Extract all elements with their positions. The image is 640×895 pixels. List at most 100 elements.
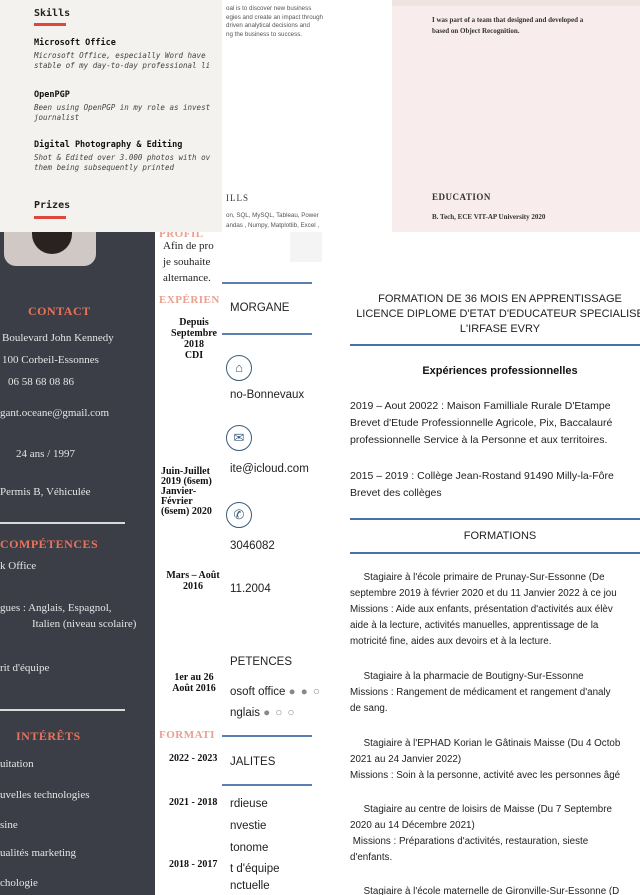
competences-heading: COMPÉTENCES [0, 537, 99, 551]
competence-item: k Office [0, 560, 37, 572]
summary-line: egies and create an impact through [226, 13, 323, 21]
title-line: L'IRFASE EVRY [459, 323, 541, 335]
summary-line: oal is to discover new business [226, 5, 312, 12]
interet-item: chologie [0, 877, 38, 889]
interet-item: uvelles technologies [0, 789, 90, 801]
cv-main-column: PROFIL Afin de pro je souhaite alternanc… [155, 232, 225, 895]
person-name: MORGANE [230, 302, 290, 314]
formation-year: 2018 - 2017 [169, 859, 218, 870]
skill-label: osoft office [230, 686, 286, 698]
stage-entry: Stagiaire à la pharmacie de Boutigny-Sur… [350, 671, 611, 714]
skill-desc: Microsoft Office, especially Word have s… [34, 51, 211, 70]
summary-document: oal is to discover new business egies an… [222, 0, 392, 232]
city-text: no-Bonnevaux [230, 389, 305, 401]
training-document: FORMATION DE 36 MOIS EN APPRENTISSAGE LI… [322, 232, 640, 895]
doc-divider [350, 552, 640, 554]
skill-title: Microsoft Office [34, 38, 116, 48]
experience-heading: Expériences professionnelles [422, 365, 578, 377]
experience-date: Juin-Juillet 2019 (6sem) Janvier- Févrie… [161, 466, 212, 517]
prizes-underline [34, 216, 66, 219]
card-divider [222, 333, 312, 335]
degree-text: B. Tech, ECE VIT-AP University 2020 [432, 213, 546, 221]
experience-date: 1er au 26 Août 2016 [172, 672, 216, 694]
skill-title: Digital Photography & Editing [34, 140, 183, 150]
cv-sidebar: CONTACT Boulevard John Kennedy 100 Corbe… [0, 232, 155, 895]
interet-item: ualités marketing [0, 847, 77, 859]
email-text: ite@icloud.com [230, 463, 309, 475]
contact-age: 24 ans / 1997 [16, 448, 75, 460]
avatar [4, 232, 96, 266]
project-line: based on Object Recognition. [432, 27, 520, 35]
skills-heading: ILLS [226, 193, 249, 203]
profil-heading: PROFIL [159, 232, 204, 240]
doc-divider [350, 344, 640, 346]
skill-level: ● ● ○ [288, 686, 321, 698]
home-icon: ⌂ [226, 355, 252, 381]
qualite-item: nctuelle [230, 880, 270, 892]
contact-address: Boulevard John Kennedy [2, 332, 114, 344]
skill-level: ● ○ ○ [263, 707, 296, 719]
summary-line: ng the business to success. [226, 30, 303, 38]
prizes-heading: Prizes [34, 200, 71, 211]
skills-underline [34, 23, 66, 26]
formation-year: 2022 - 2023 [169, 753, 218, 764]
contact-license: Permis B, Véhiculée [0, 486, 91, 498]
interets-heading: INTÉRÊTS [16, 729, 81, 743]
formation-heading: FORMATI [159, 729, 215, 741]
skill-desc: Been using OpenPGP in my role as invest … [34, 103, 211, 122]
contact-city: 100 Corbeil-Essonnes [2, 354, 99, 366]
experience-entry: 2019 – Aout 20022 : Maison Familliale Ru… [350, 400, 613, 446]
skill-desc: Shot & Edited over 3.000 photos with ov … [34, 153, 211, 172]
profil-line: alternance. [163, 272, 211, 284]
skills-document: Skills Microsoft Office Microsoft Office… [0, 0, 230, 232]
qualite-item: tonome [230, 842, 269, 854]
avatar-hair [32, 232, 72, 254]
qualite-item: t d'équipe [230, 863, 280, 875]
project-text: I was part of a team that designed and d… [432, 15, 583, 37]
competence-item: gues : Anglais, Espagnol, [0, 602, 112, 614]
skill-label: nglais [230, 707, 261, 719]
stage-entry: Stagiaire à l'école maternelle de Gironv… [350, 886, 620, 895]
formation-year: 2021 - 2018 [169, 797, 218, 808]
phone-text: 3046082 [230, 540, 275, 552]
contact-heading: CONTACT [28, 304, 91, 318]
formations-heading: FORMATIONS [463, 530, 537, 542]
summary-line: driven analytical decisions and [226, 22, 310, 29]
competence-item: Italien (niveau scolaire) [32, 618, 137, 630]
skills-line: on, SQL, MySQL, Tableau, Power [226, 212, 319, 219]
doc-divider [350, 518, 640, 520]
interet-item: uitation [0, 758, 34, 770]
mail-icon: ✉ [226, 425, 252, 451]
experience-date: Depuis Septembre 2018 CDI [171, 317, 217, 361]
education-heading: EDUCATION [432, 192, 491, 202]
stage-entry: Stagiaire au centre de loisirs de Maisse… [350, 804, 612, 863]
contact-card: MORGANE ⌂ no-Bonnevaux ✉ ite@icloud.com … [222, 232, 322, 895]
stage-entry: Stagiaire à l'école primaire de Prunay-S… [350, 572, 617, 647]
sidebar-divider [0, 522, 125, 524]
qualite-item: rdieuse [230, 798, 268, 810]
sidebar-divider [0, 709, 125, 711]
card-divider [222, 784, 312, 786]
skill-row: nglais ● ○ ○ [230, 707, 296, 719]
card-divider [222, 735, 312, 737]
qualite-item: nvestie [230, 820, 267, 832]
skill-row: osoft office ● ● ○ [230, 686, 321, 698]
profil-line: Afin de pro [163, 240, 214, 252]
phone-icon: ✆ [226, 502, 252, 528]
experience-date: Mars – Août 2016 [166, 570, 220, 592]
skill-title: OpenPGP [34, 90, 70, 100]
stage-entry: Stagiaire à l'EPHAD Korian le Gâtinais M… [350, 738, 621, 781]
education-document: I was part of a team that designed and d… [392, 0, 640, 232]
title-line: LICENCE DIPLOME D'ETAT D'EDUCATEUR SPECI… [356, 308, 640, 320]
skills-line: andas , Numpy, Matplotlib, Excel , [226, 222, 320, 229]
profil-line: je souhaite [163, 256, 211, 268]
divider [392, 0, 640, 6]
skills-heading: Skills [34, 8, 71, 19]
experience-entry: 2015 – 2019 : Collège Jean-Rostand 91490… [350, 470, 614, 499]
contact-phone: 06 58 68 08 86 [8, 376, 74, 388]
birth-text: 11.2004 [230, 583, 271, 595]
qualites-heading: JALITES [230, 756, 276, 768]
interet-item: sine [0, 819, 18, 831]
competences-heading: PETENCES [230, 656, 292, 668]
competence-item: rit d'équipe [0, 662, 50, 674]
